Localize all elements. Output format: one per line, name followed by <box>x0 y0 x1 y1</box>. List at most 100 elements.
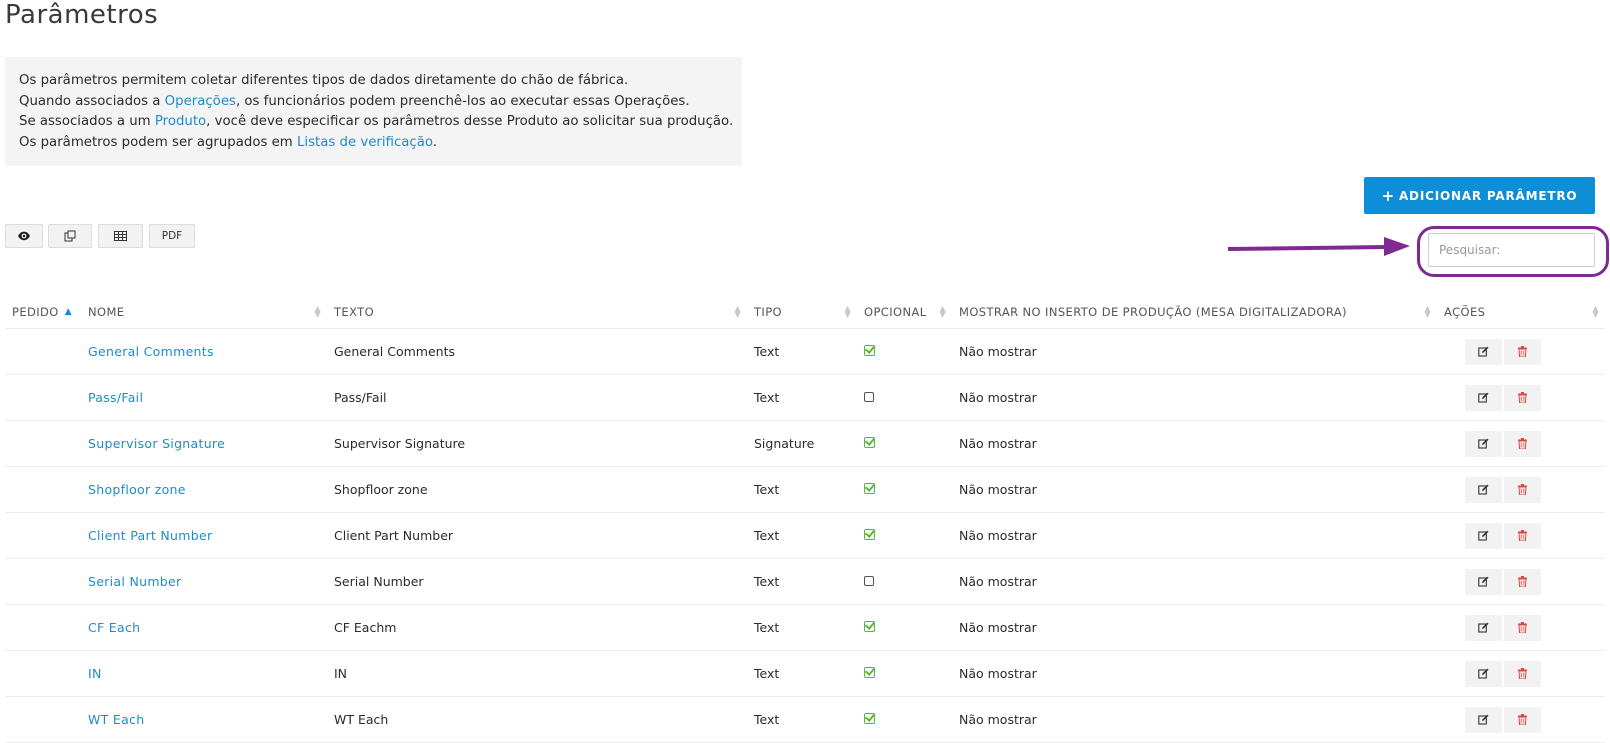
info-text: , você deve especificar os parâmetros de… <box>206 114 734 129</box>
cell-optional <box>857 558 952 605</box>
edit-icon <box>1478 668 1489 679</box>
edit-button[interactable] <box>1465 476 1502 503</box>
edit-button[interactable] <box>1465 614 1502 641</box>
cell-show: Não mostrar <box>952 558 1437 605</box>
delete-button[interactable] <box>1504 476 1541 503</box>
edit-icon <box>1478 576 1489 587</box>
copy-button[interactable] <box>48 224 92 248</box>
cell-order <box>5 696 81 743</box>
col-header-order[interactable]: PEDIDO ▲ <box>5 296 81 329</box>
info-text: Se associados a um <box>19 114 155 129</box>
cell-actions <box>1437 604 1605 651</box>
checklists-link[interactable]: Listas de verificação <box>297 135 433 150</box>
column-visibility-button[interactable] <box>5 224 43 248</box>
col-header-label: MOSTRAR NO INSERTO DE PRODUÇÃO (MESA DIG… <box>959 305 1347 319</box>
edit-button[interactable] <box>1465 338 1502 365</box>
pdf-export-button[interactable]: PDF <box>149 224 195 248</box>
delete-button[interactable] <box>1504 430 1541 457</box>
parameter-name-link[interactable]: Shopfloor zone <box>88 482 186 497</box>
cell-actions <box>1437 374 1605 421</box>
edit-icon <box>1478 530 1489 541</box>
row-actions <box>1465 522 1541 549</box>
trash-icon <box>1518 438 1527 449</box>
parameter-name-link[interactable]: Pass/Fail <box>88 390 143 405</box>
row-actions <box>1465 614 1541 641</box>
col-header-label: AÇÕES <box>1444 305 1486 319</box>
plus-icon: + <box>1381 186 1395 205</box>
row-actions <box>1465 476 1541 503</box>
cell-show: Não mostrar <box>952 512 1437 559</box>
trash-icon <box>1518 484 1527 495</box>
parameters-table: PEDIDO ▲ NOME ▲ ▼ TEXTO ▲ ▼ TIPO ▲ ▼ OPCIONAL ▲ ▼… <box>5 296 1605 743</box>
cell-type: Text <box>747 328 857 375</box>
delete-button[interactable] <box>1504 568 1541 595</box>
delete-button[interactable] <box>1504 706 1541 733</box>
delete-button[interactable] <box>1504 614 1541 641</box>
operations-link[interactable]: Operações <box>165 94 236 109</box>
table-row: Shopfloor zone Shopfloor zone Text Não most… <box>5 466 1605 513</box>
checked-icon <box>864 529 875 540</box>
row-actions <box>1465 706 1541 733</box>
cell-order <box>5 604 81 651</box>
col-header-optional[interactable]: OPCIONAL ▲ ▼ <box>857 296 952 329</box>
edit-button[interactable] <box>1465 430 1502 457</box>
parameter-name-link[interactable]: Serial Number <box>88 574 181 589</box>
cell-show: Não mostrar <box>952 374 1437 421</box>
cell-name: IN <box>81 650 327 697</box>
add-parameter-button[interactable]: + ADICIONAR PARÂMETRO <box>1364 177 1595 214</box>
cell-optional <box>857 604 952 651</box>
info-text: Os parâmetros podem ser agrupados em <box>19 134 297 150</box>
parameter-name-link[interactable]: WT Each <box>88 712 144 727</box>
parameter-name-link[interactable]: IN <box>88 666 102 681</box>
parameter-name-link[interactable]: General Comments <box>88 344 214 359</box>
edit-button[interactable] <box>1465 706 1502 733</box>
cell-actions <box>1437 466 1605 513</box>
delete-button[interactable] <box>1504 660 1541 687</box>
table-row: IN IN Text Não mostrar <box>5 650 1605 697</box>
delete-button[interactable] <box>1504 384 1541 411</box>
cell-optional <box>857 696 952 743</box>
edit-icon <box>1478 622 1489 633</box>
cell-text: Serial Number <box>327 558 747 605</box>
delete-button[interactable] <box>1504 522 1541 549</box>
parameter-name-link[interactable]: CF Each <box>88 620 140 635</box>
edit-icon <box>1478 392 1489 403</box>
table-icon <box>114 231 127 241</box>
col-header-label: OPCIONAL <box>864 305 927 319</box>
checked-icon <box>864 345 875 356</box>
cell-name: Serial Number <box>81 558 327 605</box>
cell-text: Client Part Number <box>327 512 747 559</box>
col-header-actions[interactable]: AÇÕES ▲ ▼ <box>1437 296 1605 329</box>
cell-name: Pass/Fail <box>81 374 327 421</box>
info-line-1: Os parâmetros permitem coletar diferente… <box>19 71 728 92</box>
cell-show: Não mostrar <box>952 696 1437 743</box>
row-actions <box>1465 430 1541 457</box>
cell-show: Não mostrar <box>952 420 1437 467</box>
delete-button[interactable] <box>1504 338 1541 365</box>
parameter-name-link[interactable]: Client Part Number <box>88 528 212 543</box>
info-text: Os parâmetros permitem coletar diferente… <box>19 73 629 88</box>
cell-order <box>5 420 81 467</box>
product-link[interactable]: Produto <box>155 114 206 129</box>
edit-button[interactable] <box>1465 660 1502 687</box>
table-row: Client Part Number Client Part Number Text… <box>5 512 1605 559</box>
col-header-type[interactable]: TIPO ▲ ▼ <box>747 296 857 329</box>
cell-text: Pass/Fail <box>327 374 747 421</box>
col-header-text[interactable]: TEXTO ▲ ▼ <box>327 296 747 329</box>
eye-icon <box>18 231 30 241</box>
col-header-name[interactable]: NOME ▲ ▼ <box>81 296 327 329</box>
search-input[interactable] <box>1428 233 1595 267</box>
parameter-name-link[interactable]: Supervisor Signature <box>88 436 225 451</box>
info-text: Quando associados a <box>19 93 165 109</box>
csv-export-button[interactable] <box>98 224 143 248</box>
info-text: , os funcionários podem preenchê-los ao … <box>235 93 690 109</box>
edit-button[interactable] <box>1465 522 1502 549</box>
edit-button[interactable] <box>1465 384 1502 411</box>
edit-button[interactable] <box>1465 568 1502 595</box>
col-header-show[interactable]: MOSTRAR NO INSERTO DE PRODUÇÃO (MESA DIG… <box>952 296 1437 329</box>
row-actions <box>1465 338 1541 365</box>
cell-type: Text <box>747 512 857 559</box>
sort-icon: ▲ ▼ <box>1592 304 1599 319</box>
trash-icon <box>1518 714 1527 725</box>
cell-optional <box>857 650 952 697</box>
